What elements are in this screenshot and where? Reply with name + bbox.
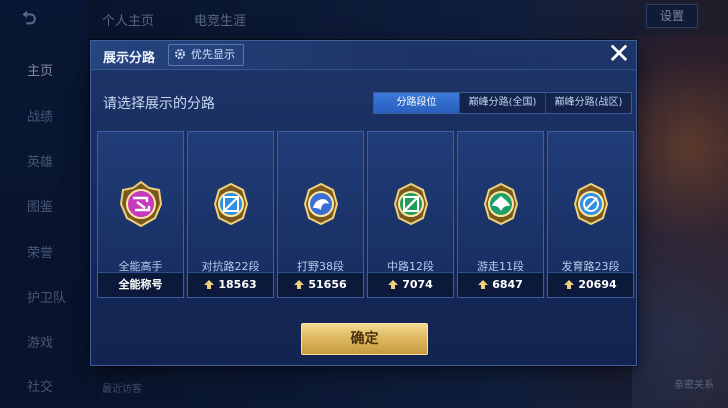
lane-card-footer: 6847 [458,272,543,297]
confirm-button[interactable]: 确定 [301,323,428,355]
jungle-badge-icon [303,182,339,226]
dialog-title: 展示分路 [103,51,156,66]
lane-card-footer: 51656 [278,272,363,297]
lane-card-score: 6847 [492,278,523,291]
rank-arrow-icon [294,280,305,289]
tab-peak-region[interactable]: 巅峰分路(战区) [546,93,631,113]
lane-card-footer: 18563 [188,272,273,297]
lane-type-tabs: 分路段位 巅峰分路(全国) 巅峰分路(战区) [373,92,632,114]
lane-card-footer: 20694 [548,272,633,297]
lane-card-score: 7074 [402,278,433,291]
allround-badge-icon [119,180,163,228]
tab-lane-rank[interactable]: 分路段位 [374,93,460,113]
priority-display-button[interactable]: 优先显示 [168,44,244,66]
rank-arrow-icon [204,280,215,289]
mid-lane-badge-icon [393,182,429,226]
lane-card-farm[interactable]: 发育路23段 20694 [547,131,634,298]
close-icon[interactable]: ✕ [600,37,638,71]
lane-card-allround[interactable]: 全能高手 全能称号 [97,131,184,298]
dialog-header: 展示分路 优先显示 [91,41,636,70]
lane-card-score: 51656 [308,278,347,291]
clash-lane-badge-icon [213,182,249,226]
gear-icon [175,49,185,59]
lane-card-footer: 7074 [368,272,453,297]
lane-card-title: 全能称号 [118,278,163,291]
select-lane-prompt: 请选择展示的分路 [103,96,215,112]
roam-badge-icon [483,182,519,226]
lane-card-jungle[interactable]: 打野38段 51656 [277,131,364,298]
rank-arrow-icon [478,280,489,289]
lane-card-score: 18563 [218,278,257,291]
lane-card-mid[interactable]: 中路12段 7074 [367,131,454,298]
lane-card-roam[interactable]: 游走11段 6847 [457,131,544,298]
rank-arrow-icon [564,280,575,289]
lane-card-score: 20694 [578,278,617,291]
rank-arrow-icon [388,280,399,289]
lane-card-footer: 全能称号 [98,272,183,297]
lane-display-dialog: 展示分路 优先显示 ✕ 请选择展示的分路 分路段位 巅峰分路(全国) 巅峰分路(… [90,37,638,366]
priority-display-label: 优先显示 [191,48,235,61]
tab-peak-national[interactable]: 巅峰分路(全国) [460,93,546,113]
lane-card-clash[interactable]: 对抗路22段 18563 [187,131,274,298]
farm-lane-badge-icon [573,182,609,226]
